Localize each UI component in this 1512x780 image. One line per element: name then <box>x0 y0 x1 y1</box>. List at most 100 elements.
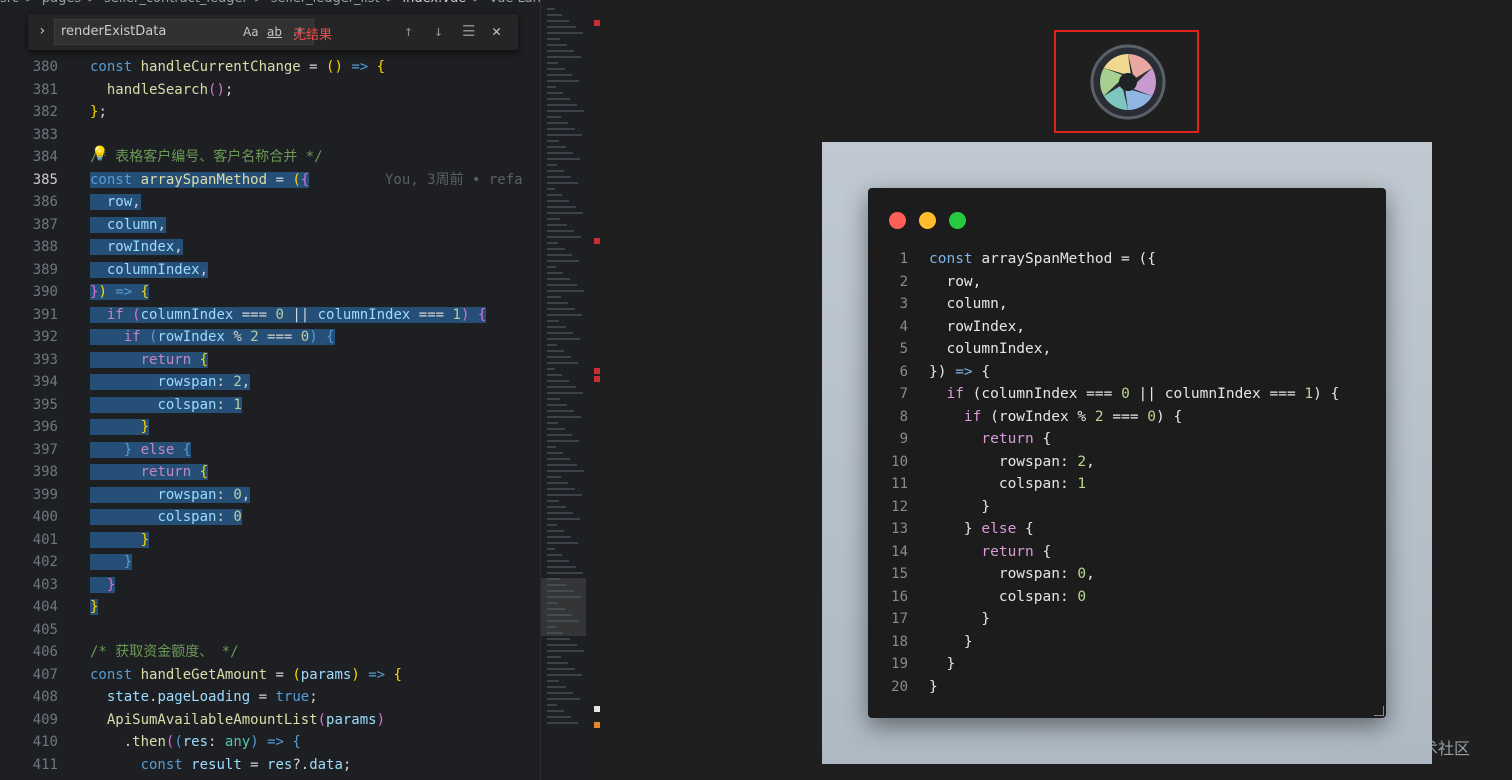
match-case-toggle[interactable]: Aa <box>243 25 259 39</box>
arrow-up-icon[interactable]: ↑ <box>404 22 413 40</box>
code-editor[interactable]: src > pages > seller_contract_ledger > seller_… <box>0 0 600 780</box>
breadcrumb-separator: > <box>254 0 265 6</box>
line-number: 388 <box>32 239 58 255</box>
close-dot-icon[interactable] <box>889 212 906 229</box>
code-line[interactable]: } <box>90 574 540 597</box>
breadcrumb-item[interactable]: seller_contract_ledger <box>104 0 248 6</box>
line-number-gutter: 380 381 382 383 384 385 386 387 388 389 390 391 392 3… <box>0 56 70 776</box>
maximize-dot-icon[interactable] <box>949 212 966 229</box>
highlighted-logo-box <box>1054 30 1199 133</box>
arrow-down-icon[interactable]: ↓ <box>434 22 443 40</box>
window-code-line: rowspan: 0, <box>929 566 1095 582</box>
minimize-dot-icon[interactable] <box>919 212 936 229</box>
minimap-line <box>547 56 581 58</box>
code-line[interactable]: const result = res?.data; <box>90 754 540 777</box>
code-line[interactable]: rowspan: 0, <box>90 484 540 507</box>
breadcrumb-item[interactable]: seller_ledger_list <box>271 0 380 6</box>
minimap-line <box>547 122 568 124</box>
code-line[interactable]: const handleGetAmount = (params) => { <box>90 664 540 687</box>
minimap-line <box>547 506 566 508</box>
find-query: renderExistData <box>61 24 167 39</box>
window-line-number: 10 <box>891 453 908 470</box>
minimap-line <box>547 446 556 448</box>
aperture-logo-icon[interactable] <box>1090 44 1166 120</box>
code-line[interactable]: rowspan: 2, <box>90 371 540 394</box>
code-line[interactable]: ApiSumAvailableAmountList(params) <box>90 709 540 732</box>
code-line[interactable]: state.pageLoading = true; <box>90 686 540 709</box>
minimap-line <box>547 692 573 694</box>
chevron-right-icon[interactable]: › <box>38 23 46 39</box>
window-line-number: 12 <box>891 498 908 515</box>
code-line[interactable]: } <box>90 529 540 552</box>
code-line[interactable]: } <box>90 416 540 439</box>
code-line[interactable]: columnIndex, <box>90 259 540 282</box>
minimap-line <box>547 212 583 214</box>
code-line[interactable]: colspan: 0 <box>90 506 540 529</box>
code-line[interactable]: if (columnIndex === 0 || columnIndex ===… <box>90 304 540 327</box>
breadcrumb-item[interactable]: src <box>0 0 19 6</box>
minimap-line <box>547 428 565 430</box>
minimap-line <box>547 296 561 298</box>
scrollbar-marker <box>594 368 600 374</box>
code-line[interactable]: column, <box>90 214 540 237</box>
line-number: 405 <box>32 621 58 638</box>
breadcrumb-item[interactable]: pages <box>42 0 81 6</box>
code-line[interactable]: return { <box>90 461 540 484</box>
find-input[interactable]: renderExistData Aa ab .* <box>54 19 314 45</box>
line-number: 411 <box>32 756 58 773</box>
code-line[interactable]: .then((res: any) => { <box>90 731 540 754</box>
window-line-number: 15 <box>891 566 908 582</box>
minimap-line <box>547 92 563 94</box>
code-line[interactable]: row, <box>90 191 540 214</box>
vertical-scrollbar[interactable] <box>586 0 600 780</box>
code-line[interactable]: rowIndex, <box>90 236 540 259</box>
code-line[interactable]: /* 表格客户编号、客户名称合并 */ <box>90 146 540 169</box>
window-code[interactable]: const arraySpanMethod = ({ row, column, … <box>929 248 1339 698</box>
code-line[interactable]: /* 获取资金额度、 */ <box>90 641 540 664</box>
scrollbar-marker <box>594 20 600 26</box>
scrollbar-marker <box>594 722 600 728</box>
minimap-line <box>547 116 561 118</box>
code-line[interactable]: }; <box>90 101 540 124</box>
code-line[interactable]: colspan: 1 <box>90 394 540 417</box>
code-line[interactable]: if (rowIndex % 2 === 0) { <box>90 326 540 349</box>
code-line[interactable]: return { <box>90 349 540 372</box>
window-line-number: 5 <box>899 341 908 357</box>
lightbulb-icon[interactable]: 💡 <box>91 146 108 162</box>
breadcrumb-item[interactable]: Vue Langu <box>489 0 540 6</box>
code-line[interactable]: } <box>90 551 540 574</box>
code-line[interactable]: const handleCurrentChange = () => { <box>90 56 540 79</box>
minimap-line <box>547 266 556 268</box>
line-number: 394 <box>32 374 58 390</box>
minimap-line <box>547 710 564 712</box>
line-number: 387 <box>32 216 58 233</box>
breadcrumb-item[interactable]: index.vue <box>403 0 467 6</box>
minimap-line <box>547 104 577 106</box>
code-line[interactable] <box>90 619 540 642</box>
line-number: 385 <box>32 171 58 188</box>
window-line-number: 14 <box>891 543 908 560</box>
minimap-line <box>547 314 582 316</box>
code-line[interactable]: handleSearch(); <box>90 79 540 102</box>
code-line[interactable] <box>90 124 540 147</box>
minimap-line <box>547 152 573 154</box>
minimap-line <box>547 722 578 724</box>
window-code-line: colspan: 1 <box>929 476 1087 492</box>
minimap-line <box>547 548 555 550</box>
code-line[interactable]: } <box>90 596 540 619</box>
minimap-line <box>547 482 568 484</box>
minimap-line <box>547 500 559 502</box>
minimap-line <box>547 308 575 310</box>
menu-lines-icon[interactable]: ☰ <box>462 22 475 40</box>
minimap-line <box>547 584 567 586</box>
resize-handle-icon[interactable] <box>1374 706 1384 716</box>
minimap-line <box>547 440 579 442</box>
minimap-line <box>547 620 579 622</box>
match-word-toggle[interactable]: ab <box>267 25 282 39</box>
code-lines[interactable]: const handleCurrentChange = () => { hand… <box>90 56 540 776</box>
code-line[interactable]: } else { <box>90 439 540 462</box>
code-line[interactable]: }) => { <box>90 281 540 304</box>
minimap-line <box>547 416 581 418</box>
close-icon[interactable]: ✕ <box>492 22 501 40</box>
minimap-line <box>547 662 568 664</box>
